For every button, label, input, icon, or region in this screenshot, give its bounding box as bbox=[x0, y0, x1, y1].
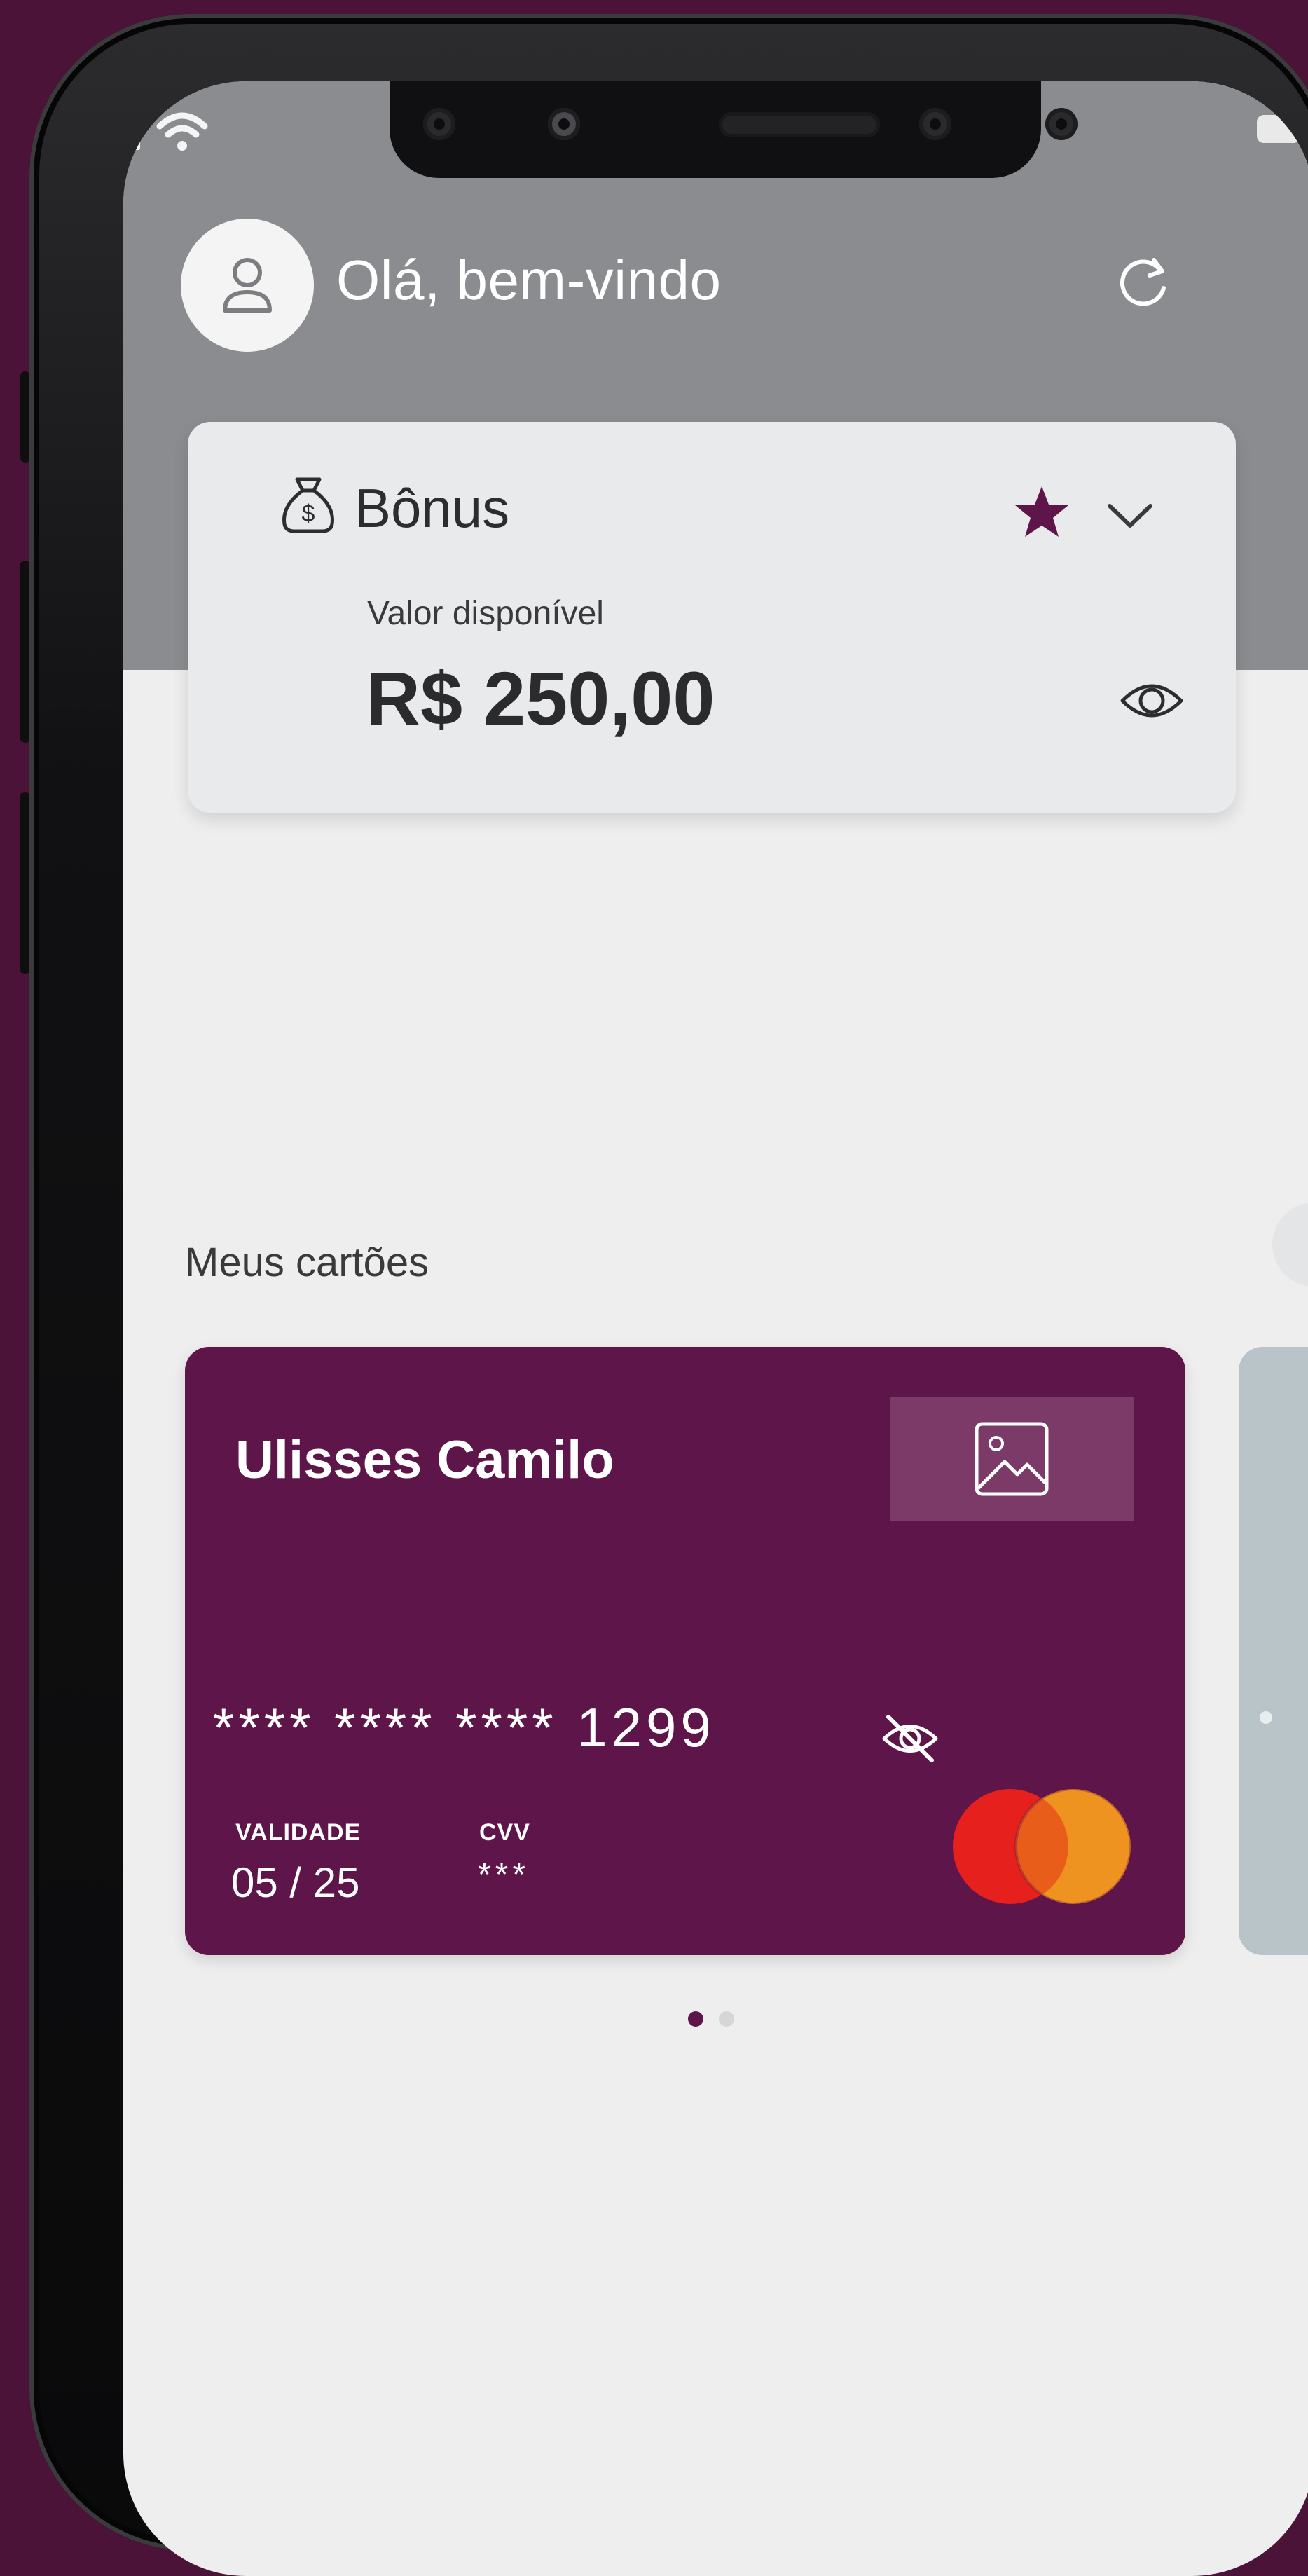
avatar[interactable] bbox=[181, 219, 314, 352]
greeting-text: Olá, bem-vindo bbox=[336, 249, 722, 311]
refresh-button[interactable] bbox=[1107, 245, 1180, 318]
bonus-card[interactable]: $ Bônus Valor disponível R$ 250,00 bbox=[188, 422, 1236, 813]
expiry-label: VALIDADE bbox=[235, 1819, 362, 1846]
card-number: **** **** **** 1299 bbox=[213, 1697, 715, 1758]
carousel-hint bbox=[1272, 1203, 1308, 1287]
bonus-title: Bônus bbox=[354, 477, 510, 539]
cvv-value: *** bbox=[478, 1856, 530, 1893]
eye-off-icon[interactable] bbox=[879, 1707, 942, 1770]
cvv-label: CVV bbox=[479, 1819, 530, 1846]
available-balance-value: R$ 250,00 bbox=[366, 656, 715, 741]
carousel-dot[interactable] bbox=[719, 2011, 734, 2027]
money-bag-icon: $ bbox=[282, 477, 334, 533]
carousel-indicator bbox=[688, 2011, 734, 2027]
user-icon bbox=[223, 258, 272, 313]
sensor-icon bbox=[1045, 108, 1078, 140]
card-image-button[interactable] bbox=[890, 1397, 1134, 1521]
app-screen: Olá, bem-vindo $ Bônus Valor disponível … bbox=[123, 81, 1308, 2576]
notch bbox=[390, 81, 1078, 178]
card-holder-name: Ulisses Camilo bbox=[235, 1430, 614, 1490]
available-balance-label: Valor disponível bbox=[367, 595, 604, 632]
wifi-icon bbox=[156, 112, 208, 151]
eye-icon[interactable] bbox=[1118, 667, 1185, 734]
section-title: Meus cartões bbox=[185, 1240, 429, 1285]
sensor-icon bbox=[548, 108, 580, 140]
speaker-grille bbox=[719, 112, 880, 137]
mastercard-logo bbox=[953, 1788, 1132, 1905]
expiry-value: 05 / 25 bbox=[231, 1859, 360, 1906]
star-icon[interactable] bbox=[1012, 482, 1072, 542]
image-icon bbox=[975, 1422, 1049, 1496]
chevron-down-icon[interactable] bbox=[1100, 485, 1160, 545]
carousel-dot[interactable] bbox=[688, 2011, 703, 2027]
refresh-icon bbox=[1120, 258, 1166, 306]
next-card-preview[interactable] bbox=[1239, 1347, 1308, 1955]
sensor-icon bbox=[423, 108, 455, 140]
credit-card[interactable]: Ulisses Camilo **** **** **** 1299 VALID… bbox=[185, 1347, 1185, 1955]
phone-frame: Olá, bem-vindo $ Bônus Valor disponível … bbox=[29, 14, 1308, 2576]
next-card-dot bbox=[1260, 1711, 1272, 1724]
front-camera-icon bbox=[919, 108, 951, 140]
svg-text:$: $ bbox=[302, 500, 315, 527]
battery-icon bbox=[1257, 115, 1300, 143]
